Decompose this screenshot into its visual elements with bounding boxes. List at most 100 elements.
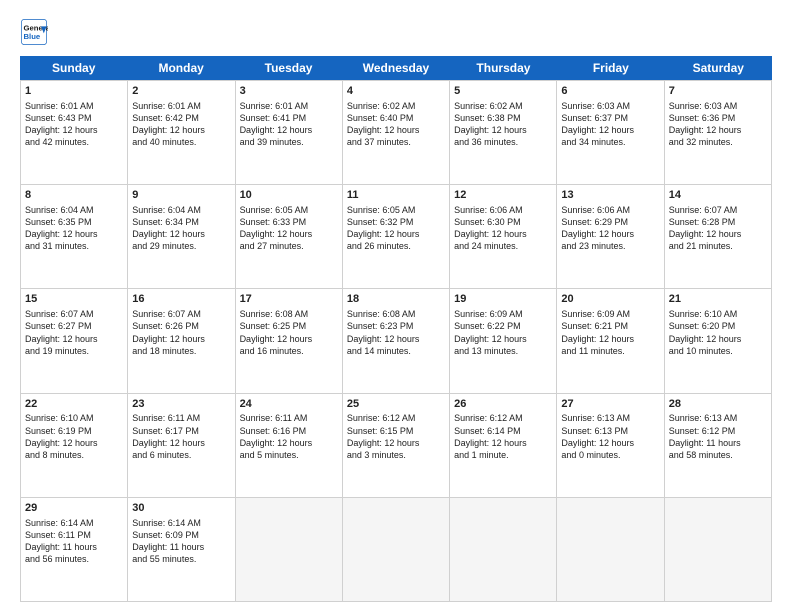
calendar-cell: 1Sunrise: 6:01 AMSunset: 6:43 PMDaylight…	[21, 81, 128, 184]
cell-info: Sunrise: 6:06 AMSunset: 6:30 PMDaylight:…	[454, 204, 552, 253]
calendar-cell: 29Sunrise: 6:14 AMSunset: 6:11 PMDayligh…	[21, 498, 128, 601]
day-number: 20	[561, 292, 659, 307]
cell-info: Sunrise: 6:07 AMSunset: 6:26 PMDaylight:…	[132, 308, 230, 357]
day-number: 18	[347, 292, 445, 307]
cell-info: Sunrise: 6:13 AMSunset: 6:12 PMDaylight:…	[669, 412, 767, 461]
cell-info: Sunrise: 6:07 AMSunset: 6:27 PMDaylight:…	[25, 308, 123, 357]
calendar-cell: 28Sunrise: 6:13 AMSunset: 6:12 PMDayligh…	[665, 394, 772, 497]
day-number: 25	[347, 397, 445, 412]
calendar-cell: 21Sunrise: 6:10 AMSunset: 6:20 PMDayligh…	[665, 289, 772, 392]
cell-info: Sunrise: 6:14 AMSunset: 6:11 PMDaylight:…	[25, 517, 123, 566]
cell-info: Sunrise: 6:12 AMSunset: 6:14 PMDaylight:…	[454, 412, 552, 461]
calendar-body: 1Sunrise: 6:01 AMSunset: 6:43 PMDaylight…	[20, 80, 772, 602]
cell-info: Sunrise: 6:10 AMSunset: 6:19 PMDaylight:…	[25, 412, 123, 461]
day-number: 10	[240, 188, 338, 203]
day-number: 26	[454, 397, 552, 412]
cell-info: Sunrise: 6:02 AMSunset: 6:38 PMDaylight:…	[454, 100, 552, 149]
day-number: 13	[561, 188, 659, 203]
calendar-cell: 13Sunrise: 6:06 AMSunset: 6:29 PMDayligh…	[557, 185, 664, 288]
day-number: 28	[669, 397, 767, 412]
cell-info: Sunrise: 6:08 AMSunset: 6:23 PMDaylight:…	[347, 308, 445, 357]
day-number: 6	[561, 84, 659, 99]
cell-info: Sunrise: 6:09 AMSunset: 6:22 PMDaylight:…	[454, 308, 552, 357]
page: General Blue SundayMondayTuesdayWednesda…	[0, 0, 792, 612]
cell-info: Sunrise: 6:14 AMSunset: 6:09 PMDaylight:…	[132, 517, 230, 566]
cell-info: Sunrise: 6:07 AMSunset: 6:28 PMDaylight:…	[669, 204, 767, 253]
day-number: 9	[132, 188, 230, 203]
calendar-cell: 23Sunrise: 6:11 AMSunset: 6:17 PMDayligh…	[128, 394, 235, 497]
cell-info: Sunrise: 6:05 AMSunset: 6:33 PMDaylight:…	[240, 204, 338, 253]
day-number: 16	[132, 292, 230, 307]
cell-info: Sunrise: 6:01 AMSunset: 6:43 PMDaylight:…	[25, 100, 123, 149]
weekday-header: Saturday	[665, 56, 772, 80]
calendar-cell: 27Sunrise: 6:13 AMSunset: 6:13 PMDayligh…	[557, 394, 664, 497]
calendar-row: 29Sunrise: 6:14 AMSunset: 6:11 PMDayligh…	[21, 497, 772, 601]
calendar-row: 22Sunrise: 6:10 AMSunset: 6:19 PMDayligh…	[21, 393, 772, 497]
header: General Blue	[20, 18, 772, 46]
calendar-cell: 22Sunrise: 6:10 AMSunset: 6:19 PMDayligh…	[21, 394, 128, 497]
calendar-cell: 3Sunrise: 6:01 AMSunset: 6:41 PMDaylight…	[236, 81, 343, 184]
cell-info: Sunrise: 6:11 AMSunset: 6:17 PMDaylight:…	[132, 412, 230, 461]
day-number: 17	[240, 292, 338, 307]
calendar-cell: 11Sunrise: 6:05 AMSunset: 6:32 PMDayligh…	[343, 185, 450, 288]
day-number: 8	[25, 188, 123, 203]
calendar-cell: 14Sunrise: 6:07 AMSunset: 6:28 PMDayligh…	[665, 185, 772, 288]
calendar-cell	[450, 498, 557, 601]
cell-info: Sunrise: 6:03 AMSunset: 6:36 PMDaylight:…	[669, 100, 767, 149]
calendar-cell: 24Sunrise: 6:11 AMSunset: 6:16 PMDayligh…	[236, 394, 343, 497]
weekday-header: Tuesday	[235, 56, 342, 80]
calendar-cell: 20Sunrise: 6:09 AMSunset: 6:21 PMDayligh…	[557, 289, 664, 392]
calendar-cell: 12Sunrise: 6:06 AMSunset: 6:30 PMDayligh…	[450, 185, 557, 288]
day-number: 27	[561, 397, 659, 412]
day-number: 12	[454, 188, 552, 203]
calendar-row: 15Sunrise: 6:07 AMSunset: 6:27 PMDayligh…	[21, 288, 772, 392]
cell-info: Sunrise: 6:12 AMSunset: 6:15 PMDaylight:…	[347, 412, 445, 461]
cell-info: Sunrise: 6:10 AMSunset: 6:20 PMDaylight:…	[669, 308, 767, 357]
calendar-row: 8Sunrise: 6:04 AMSunset: 6:35 PMDaylight…	[21, 184, 772, 288]
day-number: 24	[240, 397, 338, 412]
cell-info: Sunrise: 6:11 AMSunset: 6:16 PMDaylight:…	[240, 412, 338, 461]
logo: General Blue	[20, 18, 52, 46]
calendar-cell: 10Sunrise: 6:05 AMSunset: 6:33 PMDayligh…	[236, 185, 343, 288]
day-number: 3	[240, 84, 338, 99]
day-number: 30	[132, 501, 230, 516]
calendar-cell: 26Sunrise: 6:12 AMSunset: 6:14 PMDayligh…	[450, 394, 557, 497]
day-number: 23	[132, 397, 230, 412]
day-number: 21	[669, 292, 767, 307]
calendar-cell: 9Sunrise: 6:04 AMSunset: 6:34 PMDaylight…	[128, 185, 235, 288]
weekday-header: Sunday	[20, 56, 127, 80]
day-number: 29	[25, 501, 123, 516]
day-number: 7	[669, 84, 767, 99]
calendar-cell: 17Sunrise: 6:08 AMSunset: 6:25 PMDayligh…	[236, 289, 343, 392]
calendar-cell: 8Sunrise: 6:04 AMSunset: 6:35 PMDaylight…	[21, 185, 128, 288]
weekday-header: Friday	[557, 56, 664, 80]
day-number: 5	[454, 84, 552, 99]
day-number: 4	[347, 84, 445, 99]
calendar-cell: 30Sunrise: 6:14 AMSunset: 6:09 PMDayligh…	[128, 498, 235, 601]
cell-info: Sunrise: 6:01 AMSunset: 6:41 PMDaylight:…	[240, 100, 338, 149]
calendar-row: 1Sunrise: 6:01 AMSunset: 6:43 PMDaylight…	[21, 80, 772, 184]
calendar-cell: 4Sunrise: 6:02 AMSunset: 6:40 PMDaylight…	[343, 81, 450, 184]
cell-info: Sunrise: 6:04 AMSunset: 6:34 PMDaylight:…	[132, 204, 230, 253]
calendar-cell: 19Sunrise: 6:09 AMSunset: 6:22 PMDayligh…	[450, 289, 557, 392]
day-number: 2	[132, 84, 230, 99]
calendar-cell: 15Sunrise: 6:07 AMSunset: 6:27 PMDayligh…	[21, 289, 128, 392]
cell-info: Sunrise: 6:06 AMSunset: 6:29 PMDaylight:…	[561, 204, 659, 253]
svg-text:Blue: Blue	[24, 32, 41, 41]
cell-info: Sunrise: 6:08 AMSunset: 6:25 PMDaylight:…	[240, 308, 338, 357]
day-number: 19	[454, 292, 552, 307]
day-number: 15	[25, 292, 123, 307]
cell-info: Sunrise: 6:04 AMSunset: 6:35 PMDaylight:…	[25, 204, 123, 253]
weekday-header: Thursday	[450, 56, 557, 80]
cell-info: Sunrise: 6:02 AMSunset: 6:40 PMDaylight:…	[347, 100, 445, 149]
calendar-cell	[665, 498, 772, 601]
calendar-cell: 2Sunrise: 6:01 AMSunset: 6:42 PMDaylight…	[128, 81, 235, 184]
cell-info: Sunrise: 6:13 AMSunset: 6:13 PMDaylight:…	[561, 412, 659, 461]
cell-info: Sunrise: 6:09 AMSunset: 6:21 PMDaylight:…	[561, 308, 659, 357]
logo-icon: General Blue	[20, 18, 48, 46]
weekday-header: Wednesday	[342, 56, 449, 80]
calendar-cell: 18Sunrise: 6:08 AMSunset: 6:23 PMDayligh…	[343, 289, 450, 392]
calendar: SundayMondayTuesdayWednesdayThursdayFrid…	[20, 56, 772, 602]
calendar-cell	[236, 498, 343, 601]
calendar-cell: 25Sunrise: 6:12 AMSunset: 6:15 PMDayligh…	[343, 394, 450, 497]
